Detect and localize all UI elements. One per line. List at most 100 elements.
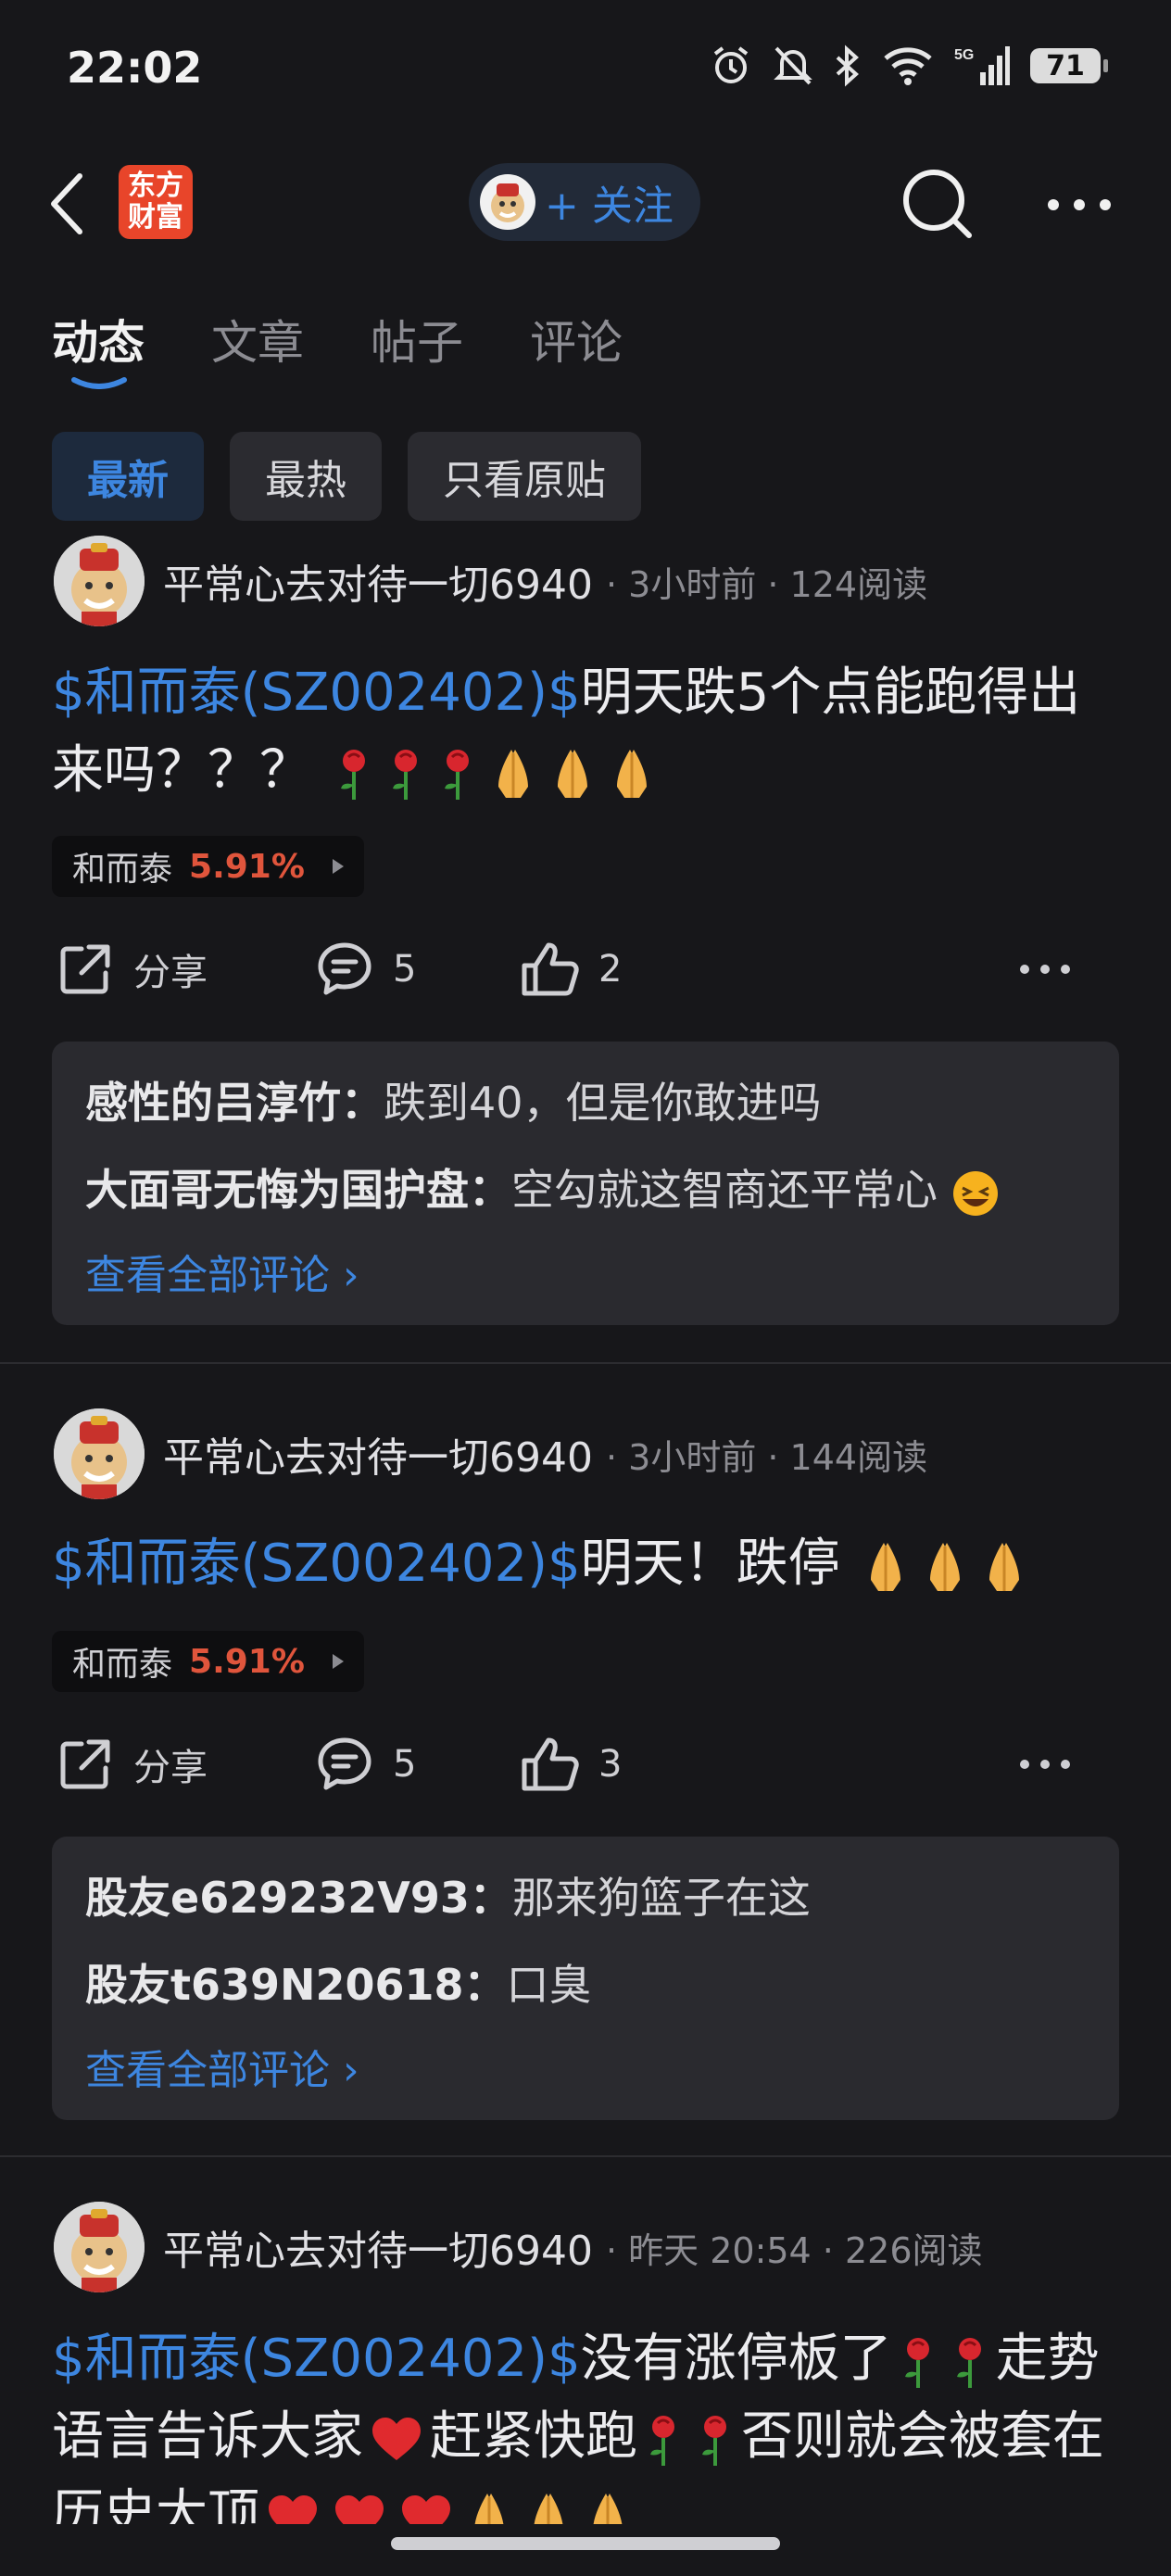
post-header: 平常心去对待一切6940 · 昨天 20:54 · 226阅读 xyxy=(54,2202,983,2292)
status-time: 22:02 xyxy=(67,43,203,93)
tab-posts[interactable]: 帖子 xyxy=(371,306,463,373)
active-tab-indicator xyxy=(71,377,127,389)
comment-text: 那来狗篮子在这 xyxy=(511,1873,811,1923)
pray-emoji-icon xyxy=(616,749,647,798)
share-button[interactable]: 分享 xyxy=(56,1735,315,1794)
post-username[interactable]: 平常心去对待一切6940 xyxy=(163,551,593,611)
chevron-right-icon xyxy=(332,859,344,874)
comment-icon xyxy=(318,942,371,995)
stock-quote-chip[interactable]: 和而泰 5.91% xyxy=(52,836,364,897)
pray-emoji-icon xyxy=(497,749,528,798)
post-username[interactable]: 平常心去对待一切6940 xyxy=(163,1424,593,1484)
laughing-emoji-icon xyxy=(952,1170,998,1216)
filter-chips: 最新 最热 只看原贴 xyxy=(52,432,641,521)
mute-bell-icon xyxy=(774,46,812,85)
status-icons: 5G 71 xyxy=(710,44,1108,87)
post-body[interactable]: $和而泰(SZ002402)$没有涨停板了 走势语言告诉大家 赶紧快跑 否则就会被套在… xyxy=(52,2320,1117,2524)
thumbs-up-icon xyxy=(522,1737,579,1791)
tab-articles[interactable]: 文章 xyxy=(211,306,304,373)
bluetooth-icon xyxy=(836,44,859,87)
post-more-icon[interactable] xyxy=(1019,1759,1071,1770)
thumbs-up-icon xyxy=(522,942,579,996)
post-body[interactable]: $和而泰(SZ002402)$明天！跌停 xyxy=(52,1525,1117,1603)
logo-line-1: 东方 xyxy=(128,170,183,202)
like-count: 3 xyxy=(598,1743,623,1786)
rose-emoji-group xyxy=(637,2406,741,2467)
comment-icon xyxy=(318,1737,371,1790)
heart-emoji-icon xyxy=(335,2494,384,2524)
comment-user[interactable]: 股友t639N20618： xyxy=(85,1960,507,2010)
comment-line: 股友e629232V93：那来狗篮子在这 xyxy=(85,1864,811,1926)
chevron-right-icon xyxy=(332,1654,344,1669)
post-header: 平常心去对待一切6940 · 3小时前 · 144阅读 xyxy=(54,1408,927,1499)
comments-preview[interactable]: 感性的吕淳竹：跌到40，但是你敢进吗 大面哥无悔为国护盘：空勾就这智商还平常心 … xyxy=(52,1042,1119,1325)
emoji-row xyxy=(328,740,661,801)
rose-emoji-icon xyxy=(392,749,417,800)
comment-count: 5 xyxy=(393,1743,417,1786)
post-divider xyxy=(0,1362,1171,1364)
pray-emoji-icon xyxy=(534,2493,563,2524)
post-divider xyxy=(0,2155,1171,2157)
tab-dynamic[interactable]: 动态 xyxy=(52,306,145,373)
battery-icon: 71 xyxy=(1030,48,1108,83)
filter-latest[interactable]: 最新 xyxy=(52,432,204,521)
alarm-icon xyxy=(713,46,749,83)
emoji-row xyxy=(856,1534,1034,1594)
more-options-icon[interactable] xyxy=(1047,198,1112,211)
view-all-comments-link[interactable]: 查看全部评论 › xyxy=(85,2037,359,2096)
avatar[interactable] xyxy=(54,536,145,626)
share-button[interactable]: 分享 xyxy=(56,940,315,999)
rose-emoji-icon xyxy=(956,2337,981,2388)
tab-comments[interactable]: 评论 xyxy=(530,306,623,373)
comment-text: 跌到40，但是你敢进吗 xyxy=(384,1078,822,1128)
wifi-icon xyxy=(884,47,932,85)
follow-label: + 关注 xyxy=(545,183,674,230)
comments-preview[interactable]: 股友e629232V93：那来狗篮子在这 股友t639N20618：口臭 查看全… xyxy=(52,1837,1119,2120)
avatar[interactable] xyxy=(54,2202,145,2292)
post-text: 明天！跌停 xyxy=(580,1534,840,1594)
share-icon xyxy=(60,944,110,994)
rose-emoji-icon xyxy=(702,2415,726,2466)
heart-emoji-icon xyxy=(402,2494,450,2524)
post-actions: 分享 5 2 xyxy=(56,940,1121,999)
quote-name: 和而泰 xyxy=(72,851,173,889)
pray-emoji-icon xyxy=(871,1542,901,1591)
like-count: 2 xyxy=(598,948,623,991)
filter-hottest[interactable]: 最热 xyxy=(230,432,382,521)
pray-emoji-icon xyxy=(593,2493,623,2524)
filter-original-only[interactable]: 只看原贴 xyxy=(408,432,641,521)
search-icon[interactable] xyxy=(900,167,975,241)
comment-user[interactable]: 股友e629232V93： xyxy=(85,1873,512,1923)
comment-button[interactable]: 5 xyxy=(315,1735,519,1794)
heart-emoji-icon xyxy=(269,2494,317,2524)
comment-line: 股友t639N20618：口臭 xyxy=(85,1951,592,2013)
comment-user[interactable]: 大面哥无悔为国护盘： xyxy=(85,1165,511,1215)
stock-tag[interactable]: $和而泰(SZ002402)$ xyxy=(52,2329,581,2389)
like-button[interactable]: 3 xyxy=(519,1735,1019,1794)
comment-text: 空勾就这智商还平常心 xyxy=(511,1165,938,1215)
like-button[interactable]: 2 xyxy=(519,940,1019,999)
view-all-comments-link[interactable]: 查看全部评论 › xyxy=(85,1242,359,1301)
post-username[interactable]: 平常心去对待一切6940 xyxy=(163,2217,593,2277)
comment-button[interactable]: 5 xyxy=(315,940,519,999)
stock-tag[interactable]: $和而泰(SZ002402)$ xyxy=(52,663,581,723)
share-icon xyxy=(60,1739,110,1789)
post-header: 平常心去对待一切6940 · 3小时前 · 124阅读 xyxy=(54,536,927,626)
share-label: 分享 xyxy=(133,1747,208,1789)
pray-emoji-icon xyxy=(557,749,587,798)
post-more-icon[interactable] xyxy=(1019,964,1071,975)
heart-emoji-group xyxy=(259,2484,460,2524)
post-text: 没有涨停板了 xyxy=(580,2329,892,2389)
stock-tag[interactable]: $和而泰(SZ002402)$ xyxy=(52,1534,581,1594)
post-meta: · 昨天 20:54 · 226阅读 xyxy=(605,2229,983,2271)
follow-button[interactable]: + 关注 xyxy=(469,163,700,241)
heart-emoji-icon xyxy=(372,2417,421,2460)
signal-5g-icon: 5G xyxy=(954,46,1010,85)
back-icon[interactable] xyxy=(48,172,85,235)
pray-emoji-icon xyxy=(474,2493,504,2524)
rose-emoji-icon xyxy=(444,749,469,800)
post-body[interactable]: $和而泰(SZ002402)$明天跌5个点能跑得出来吗？？？ xyxy=(52,654,1117,810)
stock-quote-chip[interactable]: 和而泰 5.91% xyxy=(52,1631,364,1692)
avatar[interactable] xyxy=(54,1408,145,1499)
comment-user[interactable]: 感性的吕淳竹： xyxy=(85,1078,384,1128)
